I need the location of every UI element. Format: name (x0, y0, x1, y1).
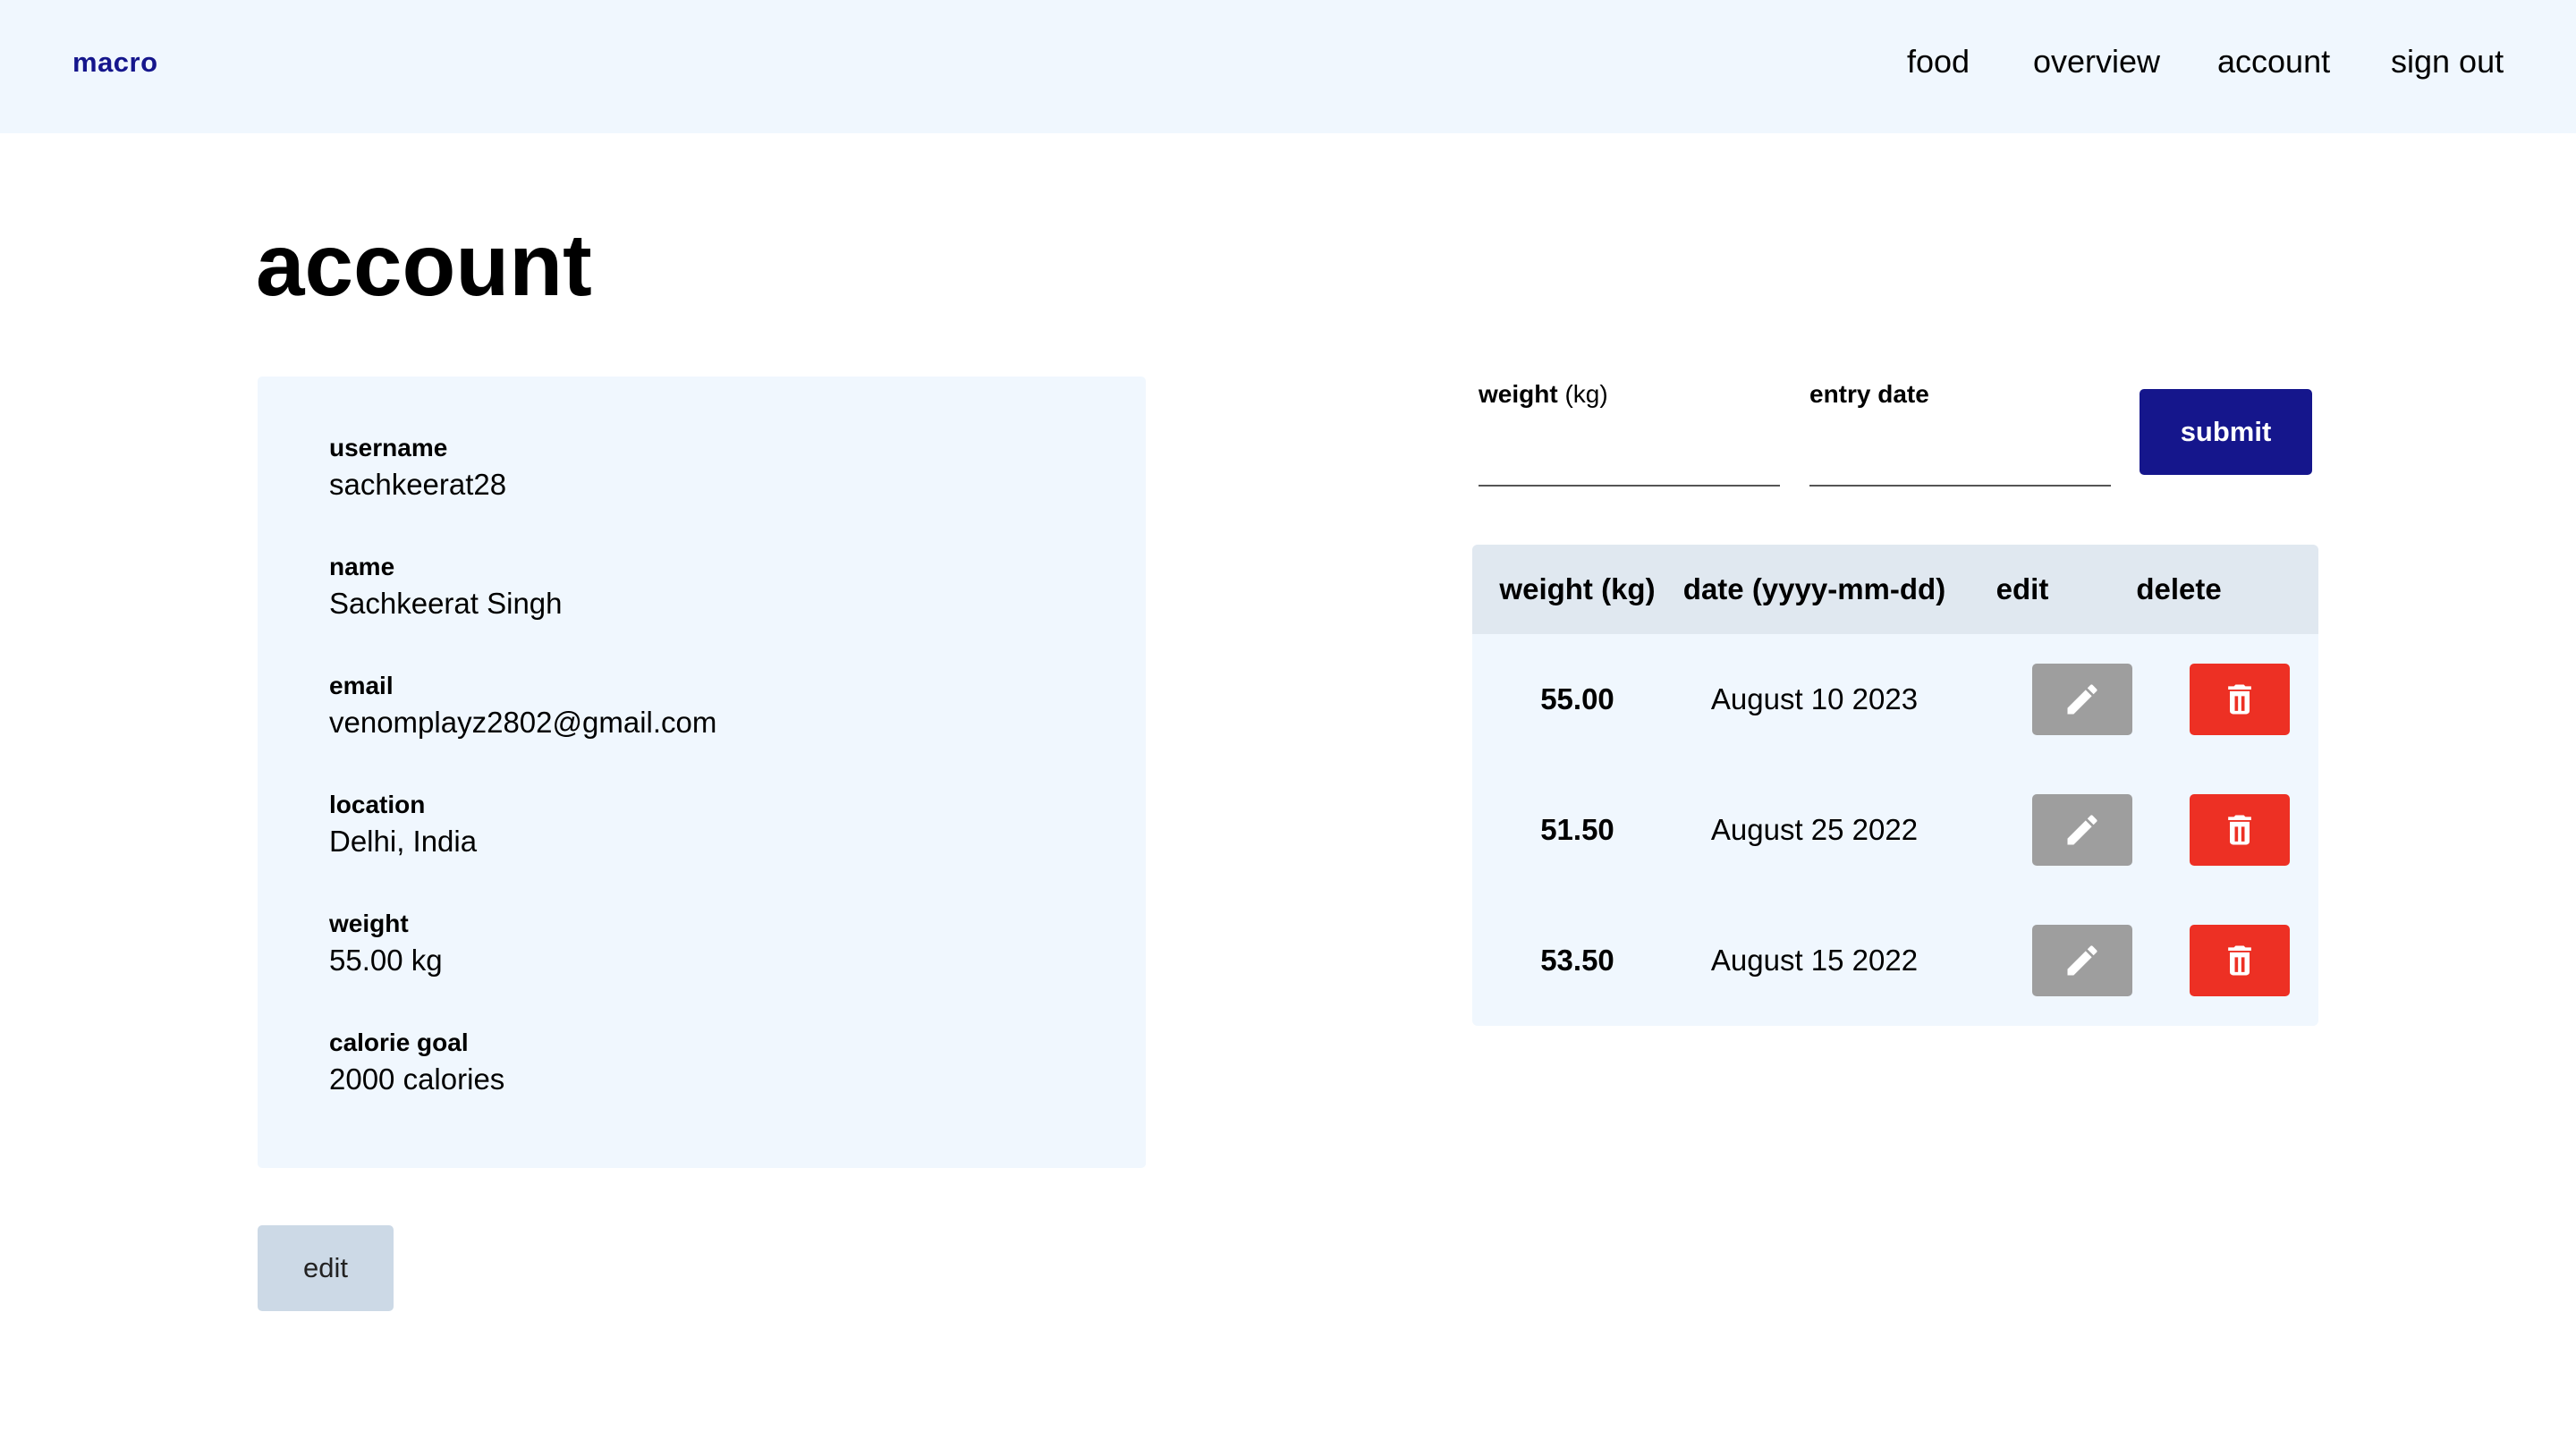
field-value: Sachkeerat Singh (329, 587, 563, 620)
field-email: email venomplayz2802@gmail.com (329, 672, 716, 740)
nav-link-overview[interactable]: overview (2033, 43, 2160, 80)
weight-cell: 51.50 (1540, 813, 1614, 846)
field-label: location (329, 791, 426, 818)
edit-entry-button[interactable] (2032, 925, 2132, 996)
pencil-icon (2067, 684, 2097, 715)
date-cell: August 25 2022 (1710, 813, 1919, 846)
field-value: 2000 calories (329, 1062, 505, 1096)
table-header: weight (kg) date (yyyy-mm-dd) edit delet… (1472, 545, 2318, 634)
field-value: venomplayz2802@gmail.com (329, 706, 717, 739)
weight-history-table: weight (kg) date (yyyy-mm-dd) edit delet… (1472, 545, 2318, 1026)
field-value: sachkeerat28 (329, 468, 507, 501)
brand-logo[interactable]: macro (72, 47, 158, 79)
table-row: 51.50 August 25 2022 (1472, 765, 2318, 895)
nav-link-food[interactable]: food (1907, 43, 1970, 80)
field-username: username sachkeerat28 (329, 434, 506, 502)
entry-date-input[interactable] (1809, 420, 2111, 487)
weight-label-text: weight (1479, 380, 1558, 408)
weight-input[interactable] (1479, 420, 1780, 487)
trash-icon (2228, 945, 2251, 976)
column-header-edit: edit (1996, 572, 2049, 605)
weight-cell: 55.00 (1540, 682, 1614, 715)
field-value: 55.00 kg (329, 944, 443, 977)
edit-entry-button[interactable] (2032, 664, 2132, 735)
field-location: location Delhi, India (329, 791, 477, 859)
column-header-weight: weight (kg) (1499, 572, 1656, 605)
edit-entry-button[interactable] (2032, 794, 2132, 866)
weight-cell: 53.50 (1540, 944, 1614, 977)
trash-icon (2228, 684, 2251, 715)
submit-button[interactable]: submit (2140, 389, 2312, 475)
table-row: 55.00 August 10 2023 (1472, 634, 2318, 765)
pencil-icon (2067, 815, 2097, 845)
column-header-delete: delete (2136, 572, 2222, 605)
edit-account-button[interactable]: edit (258, 1225, 394, 1311)
page-title: account (256, 216, 592, 314)
trash-icon (2228, 815, 2251, 845)
table-row: 53.50 August 15 2022 (1472, 895, 2318, 1026)
pencil-icon (2067, 945, 2097, 976)
nav-link-account[interactable]: account (2217, 43, 2330, 80)
column-header-date: date (yyyy-mm-dd) (1682, 572, 1946, 605)
date-cell: August 15 2022 (1710, 944, 1919, 977)
field-label: calorie goal (329, 1029, 469, 1056)
field-label: username (329, 434, 448, 461)
nav-link-sign-out[interactable]: sign out (2391, 43, 2504, 80)
profile-card: username sachkeerat28 name Sachkeerat Si… (258, 377, 1146, 1168)
entry-date-label: entry date (1809, 380, 1929, 408)
field-weight: weight 55.00 kg (329, 910, 443, 978)
field-label: name (329, 553, 395, 580)
field-label: weight (329, 910, 409, 937)
navbar: macro food overview account sign out (0, 0, 2576, 133)
weight-label-unit: (kg) (1557, 380, 1608, 408)
field-label: email (329, 672, 394, 699)
weight-input-label: weight (kg) (1479, 380, 1608, 409)
date-cell: August 10 2023 (1710, 682, 1919, 715)
delete-entry-button[interactable] (2190, 664, 2290, 735)
field-calorie-goal: calorie goal 2000 calories (329, 1029, 504, 1096)
field-name: name Sachkeerat Singh (329, 553, 563, 621)
delete-entry-button[interactable] (2190, 794, 2290, 866)
field-value: Delhi, India (329, 825, 478, 858)
delete-entry-button[interactable] (2190, 925, 2290, 996)
